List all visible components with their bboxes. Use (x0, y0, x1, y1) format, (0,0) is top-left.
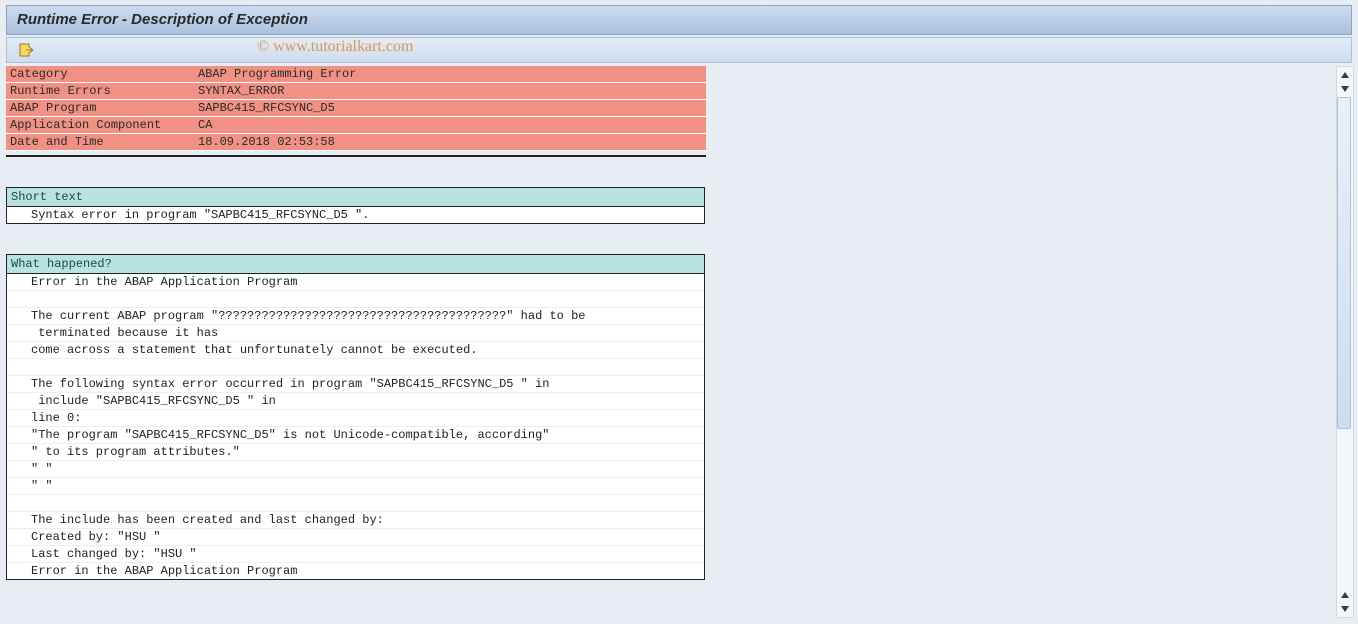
summary-value: 18.09.2018 02:53:58 (194, 134, 706, 151)
summary-underline (6, 155, 706, 157)
text-line: " " (7, 460, 704, 477)
text-line: come across a statement that unfortunate… (7, 341, 704, 358)
text-line: terminated because it has (7, 324, 704, 341)
summary-label: Category (6, 66, 194, 83)
summary-value: SAPBC415_RFCSYNC_D5 (194, 100, 706, 117)
scroll-track[interactable] (1339, 97, 1351, 587)
summary-value: ABAP Programming Error (194, 66, 706, 83)
text-line: Error in the ABAP Application Program (7, 274, 704, 290)
text-line: "The program "SAPBC415_RFCSYNC_D5" is no… (7, 426, 704, 443)
summary-value: SYNTAX_ERROR (194, 83, 706, 100)
text-line: Created by: "HSU " (7, 528, 704, 545)
summary-label: Runtime Errors (6, 83, 194, 100)
short-text-body: Syntax error in program "SAPBC415_RFCSYN… (7, 207, 704, 223)
text-line: line 0: (7, 409, 704, 426)
scroll-down-icon[interactable] (1338, 82, 1352, 96)
text-line: " to its program attributes." (7, 443, 704, 460)
what-happened-header: What happened? (7, 255, 704, 274)
toolbar: © www.tutorialkart.com (6, 37, 1352, 63)
text-line: The current ABAP program "??????????????… (7, 307, 704, 324)
text-line: The include has been created and last ch… (7, 511, 704, 528)
what-happened-body: Error in the ABAP Application Program Th… (7, 274, 704, 579)
summary-row: ABAP ProgramSAPBC415_RFCSYNC_D5 (6, 100, 706, 117)
text-line: Error in the ABAP Application Program (7, 562, 704, 579)
summary-row: CategoryABAP Programming Error (6, 66, 706, 83)
summary-label: Application Component (6, 117, 194, 134)
summary-value: CA (194, 117, 706, 134)
scroll-up-icon[interactable] (1338, 68, 1352, 82)
short-text-header: Short text (7, 188, 704, 207)
scroll-up-icon[interactable] (1338, 588, 1352, 602)
scroll-thumb[interactable] (1337, 97, 1351, 429)
exit-icon[interactable] (17, 41, 35, 59)
summary-row: Runtime ErrorsSYNTAX_ERROR (6, 83, 706, 100)
summary-label: Date and Time (6, 134, 194, 151)
text-line: " " (7, 477, 704, 494)
content-area: CategoryABAP Programming ErrorRuntime Er… (6, 66, 1336, 618)
summary-row: Application ComponentCA (6, 117, 706, 134)
text-line: Last changed by: "HSU " (7, 545, 704, 562)
text-line (7, 290, 704, 307)
vertical-scrollbar[interactable] (1336, 66, 1354, 618)
what-happened-section: What happened? Error in the ABAP Applica… (6, 254, 705, 580)
text-line (7, 358, 704, 375)
watermark-text: © www.tutorialkart.com (257, 38, 413, 56)
summary-row: Date and Time18.09.2018 02:53:58 (6, 134, 706, 151)
text-line: The following syntax error occurred in p… (7, 375, 704, 392)
error-summary-table: CategoryABAP Programming ErrorRuntime Er… (6, 66, 706, 151)
short-text-section: Short text Syntax error in program "SAPB… (6, 187, 705, 224)
window-title-bar: Runtime Error - Description of Exception (6, 5, 1352, 35)
text-line: include "SAPBC415_RFCSYNC_D5 " in (7, 392, 704, 409)
scroll-down-icon[interactable] (1338, 602, 1352, 616)
window-title: Runtime Error - Description of Exception (17, 11, 308, 28)
text-line (7, 494, 704, 511)
summary-label: ABAP Program (6, 100, 194, 117)
text-line: Syntax error in program "SAPBC415_RFCSYN… (7, 207, 704, 223)
